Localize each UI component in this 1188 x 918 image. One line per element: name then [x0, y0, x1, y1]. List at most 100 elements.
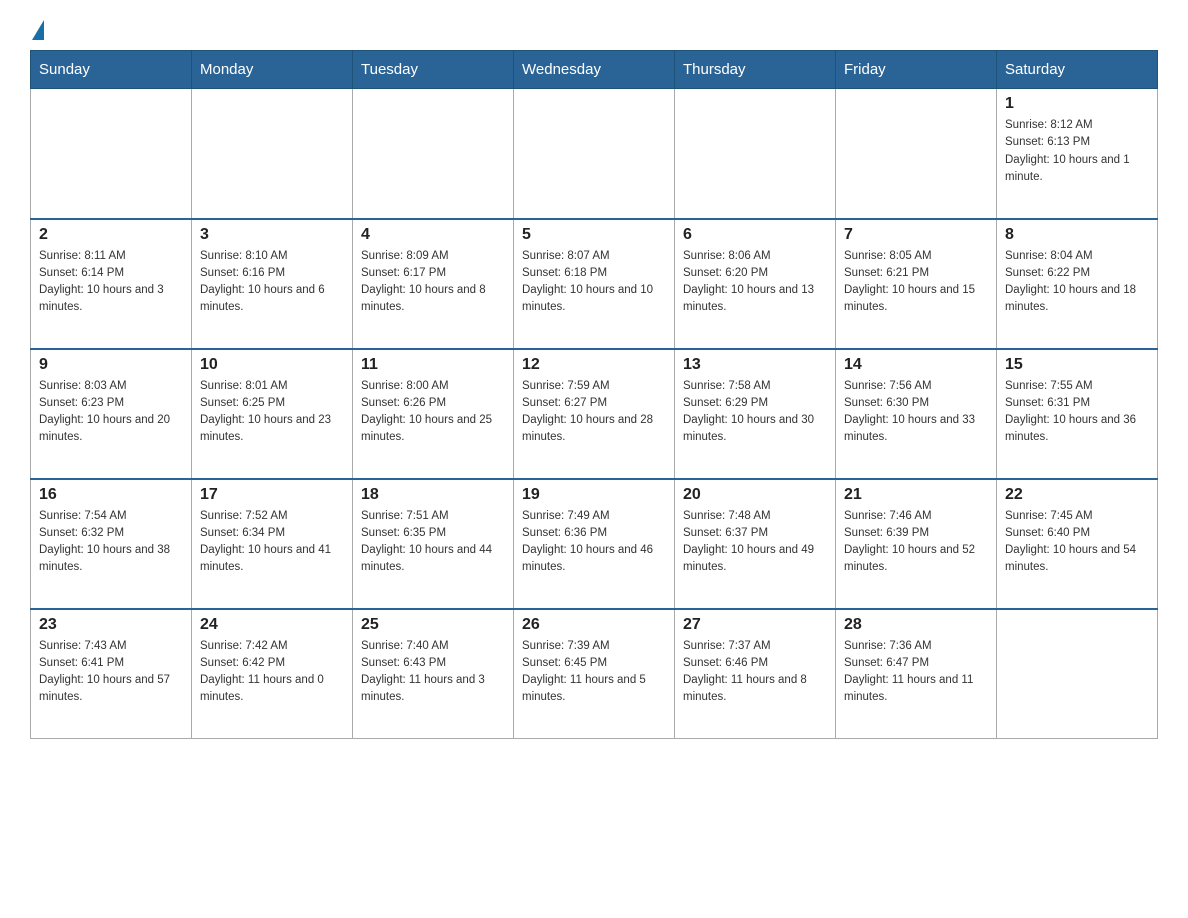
day-info: Sunrise: 7:37 AM Sunset: 6:46 PM Dayligh… [683, 638, 827, 707]
day-number: 25 [361, 616, 505, 634]
calendar-week-5: 23 Sunrise: 7:43 AM Sunset: 6:41 PM Dayli… [31, 609, 1158, 739]
calendar-cell [675, 89, 836, 219]
calendar-header-saturday: Saturday [997, 51, 1158, 89]
day-number: 3 [200, 226, 344, 244]
day-number: 21 [844, 486, 988, 504]
day-info: Sunrise: 8:03 AM Sunset: 6:23 PM Dayligh… [39, 378, 183, 447]
day-info: Sunrise: 8:11 AM Sunset: 6:14 PM Dayligh… [39, 248, 183, 317]
day-number: 19 [522, 486, 666, 504]
day-number: 17 [200, 486, 344, 504]
calendar-cell [514, 89, 675, 219]
day-number: 23 [39, 616, 183, 634]
day-number: 9 [39, 356, 183, 374]
calendar-cell: 24Sunrise: 7:42 AM Sunset: 6:42 PM Dayli… [192, 609, 353, 739]
day-info: Sunrise: 8:12 AM Sunset: 6:13 PM Dayligh… [1005, 117, 1149, 186]
day-number: 4 [361, 226, 505, 244]
day-info: Sunrise: 7:58 AM Sunset: 6:29 PM Dayligh… [683, 378, 827, 447]
calendar-week-1: 1 Sunrise: 8:12 AM Sunset: 6:13 PM Daylig… [31, 89, 1158, 219]
day-number: 28 [844, 616, 988, 634]
calendar-header-sunday: Sunday [31, 51, 192, 89]
day-info: Sunrise: 8:07 AM Sunset: 6:18 PM Dayligh… [522, 248, 666, 317]
calendar-cell: 4 Sunrise: 8:09 AM Sunset: 6:17 PM Daylig… [353, 219, 514, 349]
day-number: 2 [39, 226, 183, 244]
day-number: 6 [683, 226, 827, 244]
day-number: 18 [361, 486, 505, 504]
calendar-cell: 15 Sunrise: 7:55 AM Sunset: 6:31 PM Dayli… [997, 349, 1158, 479]
calendar-cell: 28 Sunrise: 7:36 AM Sunset: 6:47 PM Dayli… [836, 609, 997, 739]
day-number: 13 [683, 356, 827, 374]
day-info: Sunrise: 8:04 AM Sunset: 6:22 PM Dayligh… [1005, 248, 1149, 317]
calendar-cell: 3 Sunrise: 8:10 AM Sunset: 6:16 PM Daylig… [192, 219, 353, 349]
calendar-cell [192, 89, 353, 219]
calendar-cell: 22Sunrise: 7:45 AM Sunset: 6:40 PM Dayli… [997, 479, 1158, 609]
day-info: Sunrise: 7:40 AM Sunset: 6:43 PM Dayligh… [361, 638, 505, 707]
day-info: Sunrise: 7:52 AM Sunset: 6:34 PM Dayligh… [200, 508, 344, 577]
day-number: 14 [844, 356, 988, 374]
day-info: Sunrise: 7:59 AM Sunset: 6:27 PM Dayligh… [522, 378, 666, 447]
day-number: 20 [683, 486, 827, 504]
day-info: Sunrise: 7:48 AM Sunset: 6:37 PM Dayligh… [683, 508, 827, 577]
day-info: Sunrise: 7:56 AM Sunset: 6:30 PM Dayligh… [844, 378, 988, 447]
calendar-week-4: 16 Sunrise: 7:54 AM Sunset: 6:32 PM Dayli… [31, 479, 1158, 609]
day-info: Sunrise: 7:39 AM Sunset: 6:45 PM Dayligh… [522, 638, 666, 707]
calendar-cell: 2 Sunrise: 8:11 AM Sunset: 6:14 PM Daylig… [31, 219, 192, 349]
calendar-week-3: 9 Sunrise: 8:03 AM Sunset: 6:23 PM Daylig… [31, 349, 1158, 479]
calendar-cell: 19 Sunrise: 7:49 AM Sunset: 6:36 PM Dayli… [514, 479, 675, 609]
calendar-cell [997, 609, 1158, 739]
calendar-header-thursday: Thursday [675, 51, 836, 89]
calendar-cell: 16 Sunrise: 7:54 AM Sunset: 6:32 PM Dayli… [31, 479, 192, 609]
calendar-cell: 10 Sunrise: 8:01 AM Sunset: 6:25 PM Dayli… [192, 349, 353, 479]
calendar-cell: 5 Sunrise: 8:07 AM Sunset: 6:18 PM Daylig… [514, 219, 675, 349]
calendar-table: SundayMondayTuesdayWednesdayThursdayFrid… [30, 50, 1158, 739]
day-info: Sunrise: 7:36 AM Sunset: 6:47 PM Dayligh… [844, 638, 988, 707]
calendar-cell: 20 Sunrise: 7:48 AM Sunset: 6:37 PM Dayli… [675, 479, 836, 609]
day-info: Sunrise: 8:09 AM Sunset: 6:17 PM Dayligh… [361, 248, 505, 317]
day-number: 12 [522, 356, 666, 374]
day-number: 1 [1005, 95, 1149, 113]
logo-triangle-icon [32, 20, 44, 40]
day-info: Sunrise: 8:01 AM Sunset: 6:25 PM Dayligh… [200, 378, 344, 447]
calendar-cell: 26 Sunrise: 7:39 AM Sunset: 6:45 PM Dayli… [514, 609, 675, 739]
calendar-cell: 7Sunrise: 8:05 AM Sunset: 6:21 PM Daylig… [836, 219, 997, 349]
calendar-cell [836, 89, 997, 219]
day-info: Sunrise: 7:43 AM Sunset: 6:41 PM Dayligh… [39, 638, 183, 707]
day-info: Sunrise: 8:10 AM Sunset: 6:16 PM Dayligh… [200, 248, 344, 317]
calendar-cell: 11 Sunrise: 8:00 AM Sunset: 6:26 PM Dayli… [353, 349, 514, 479]
calendar-body: 1 Sunrise: 8:12 AM Sunset: 6:13 PM Daylig… [31, 89, 1158, 739]
day-number: 16 [39, 486, 183, 504]
calendar-header-friday: Friday [836, 51, 997, 89]
day-info: Sunrise: 8:06 AM Sunset: 6:20 PM Dayligh… [683, 248, 827, 317]
calendar-cell: 27 Sunrise: 7:37 AM Sunset: 6:46 PM Dayli… [675, 609, 836, 739]
day-info: Sunrise: 7:45 AM Sunset: 6:40 PM Dayligh… [1005, 508, 1149, 577]
calendar-cell: 14 Sunrise: 7:56 AM Sunset: 6:30 PM Dayli… [836, 349, 997, 479]
calendar-cell: 9 Sunrise: 8:03 AM Sunset: 6:23 PM Daylig… [31, 349, 192, 479]
calendar-cell: 21 Sunrise: 7:46 AM Sunset: 6:39 PM Dayli… [836, 479, 997, 609]
day-number: 5 [522, 226, 666, 244]
day-info: Sunrise: 7:46 AM Sunset: 6:39 PM Dayligh… [844, 508, 988, 577]
calendar-cell: 1 Sunrise: 8:12 AM Sunset: 6:13 PM Daylig… [997, 89, 1158, 219]
calendar-header-row: SundayMondayTuesdayWednesdayThursdayFrid… [31, 51, 1158, 89]
day-number: 26 [522, 616, 666, 634]
calendar-header-tuesday: Tuesday [353, 51, 514, 89]
day-info: Sunrise: 7:51 AM Sunset: 6:35 PM Dayligh… [361, 508, 505, 577]
calendar-cell [31, 89, 192, 219]
day-number: 15 [1005, 356, 1149, 374]
calendar-cell: 17 Sunrise: 7:52 AM Sunset: 6:34 PM Dayli… [192, 479, 353, 609]
calendar-header-wednesday: Wednesday [514, 51, 675, 89]
day-info: Sunrise: 7:42 AM Sunset: 6:42 PM Dayligh… [200, 638, 344, 707]
calendar-cell: 12 Sunrise: 7:59 AM Sunset: 6:27 PM Dayli… [514, 349, 675, 479]
day-number: 27 [683, 616, 827, 634]
calendar-cell: 23 Sunrise: 7:43 AM Sunset: 6:41 PM Dayli… [31, 609, 192, 739]
day-number: 11 [361, 356, 505, 374]
day-info: Sunrise: 7:49 AM Sunset: 6:36 PM Dayligh… [522, 508, 666, 577]
day-info: Sunrise: 7:54 AM Sunset: 6:32 PM Dayligh… [39, 508, 183, 577]
calendar-cell: 13 Sunrise: 7:58 AM Sunset: 6:29 PM Dayli… [675, 349, 836, 479]
day-info: Sunrise: 7:55 AM Sunset: 6:31 PM Dayligh… [1005, 378, 1149, 447]
day-number: 7 [844, 226, 988, 244]
page-header [30, 20, 1158, 40]
day-number: 10 [200, 356, 344, 374]
calendar-cell: 18 Sunrise: 7:51 AM Sunset: 6:35 PM Dayli… [353, 479, 514, 609]
logo [30, 20, 46, 40]
day-info: Sunrise: 8:00 AM Sunset: 6:26 PM Dayligh… [361, 378, 505, 447]
calendar-cell: 6 Sunrise: 8:06 AM Sunset: 6:20 PM Daylig… [675, 219, 836, 349]
